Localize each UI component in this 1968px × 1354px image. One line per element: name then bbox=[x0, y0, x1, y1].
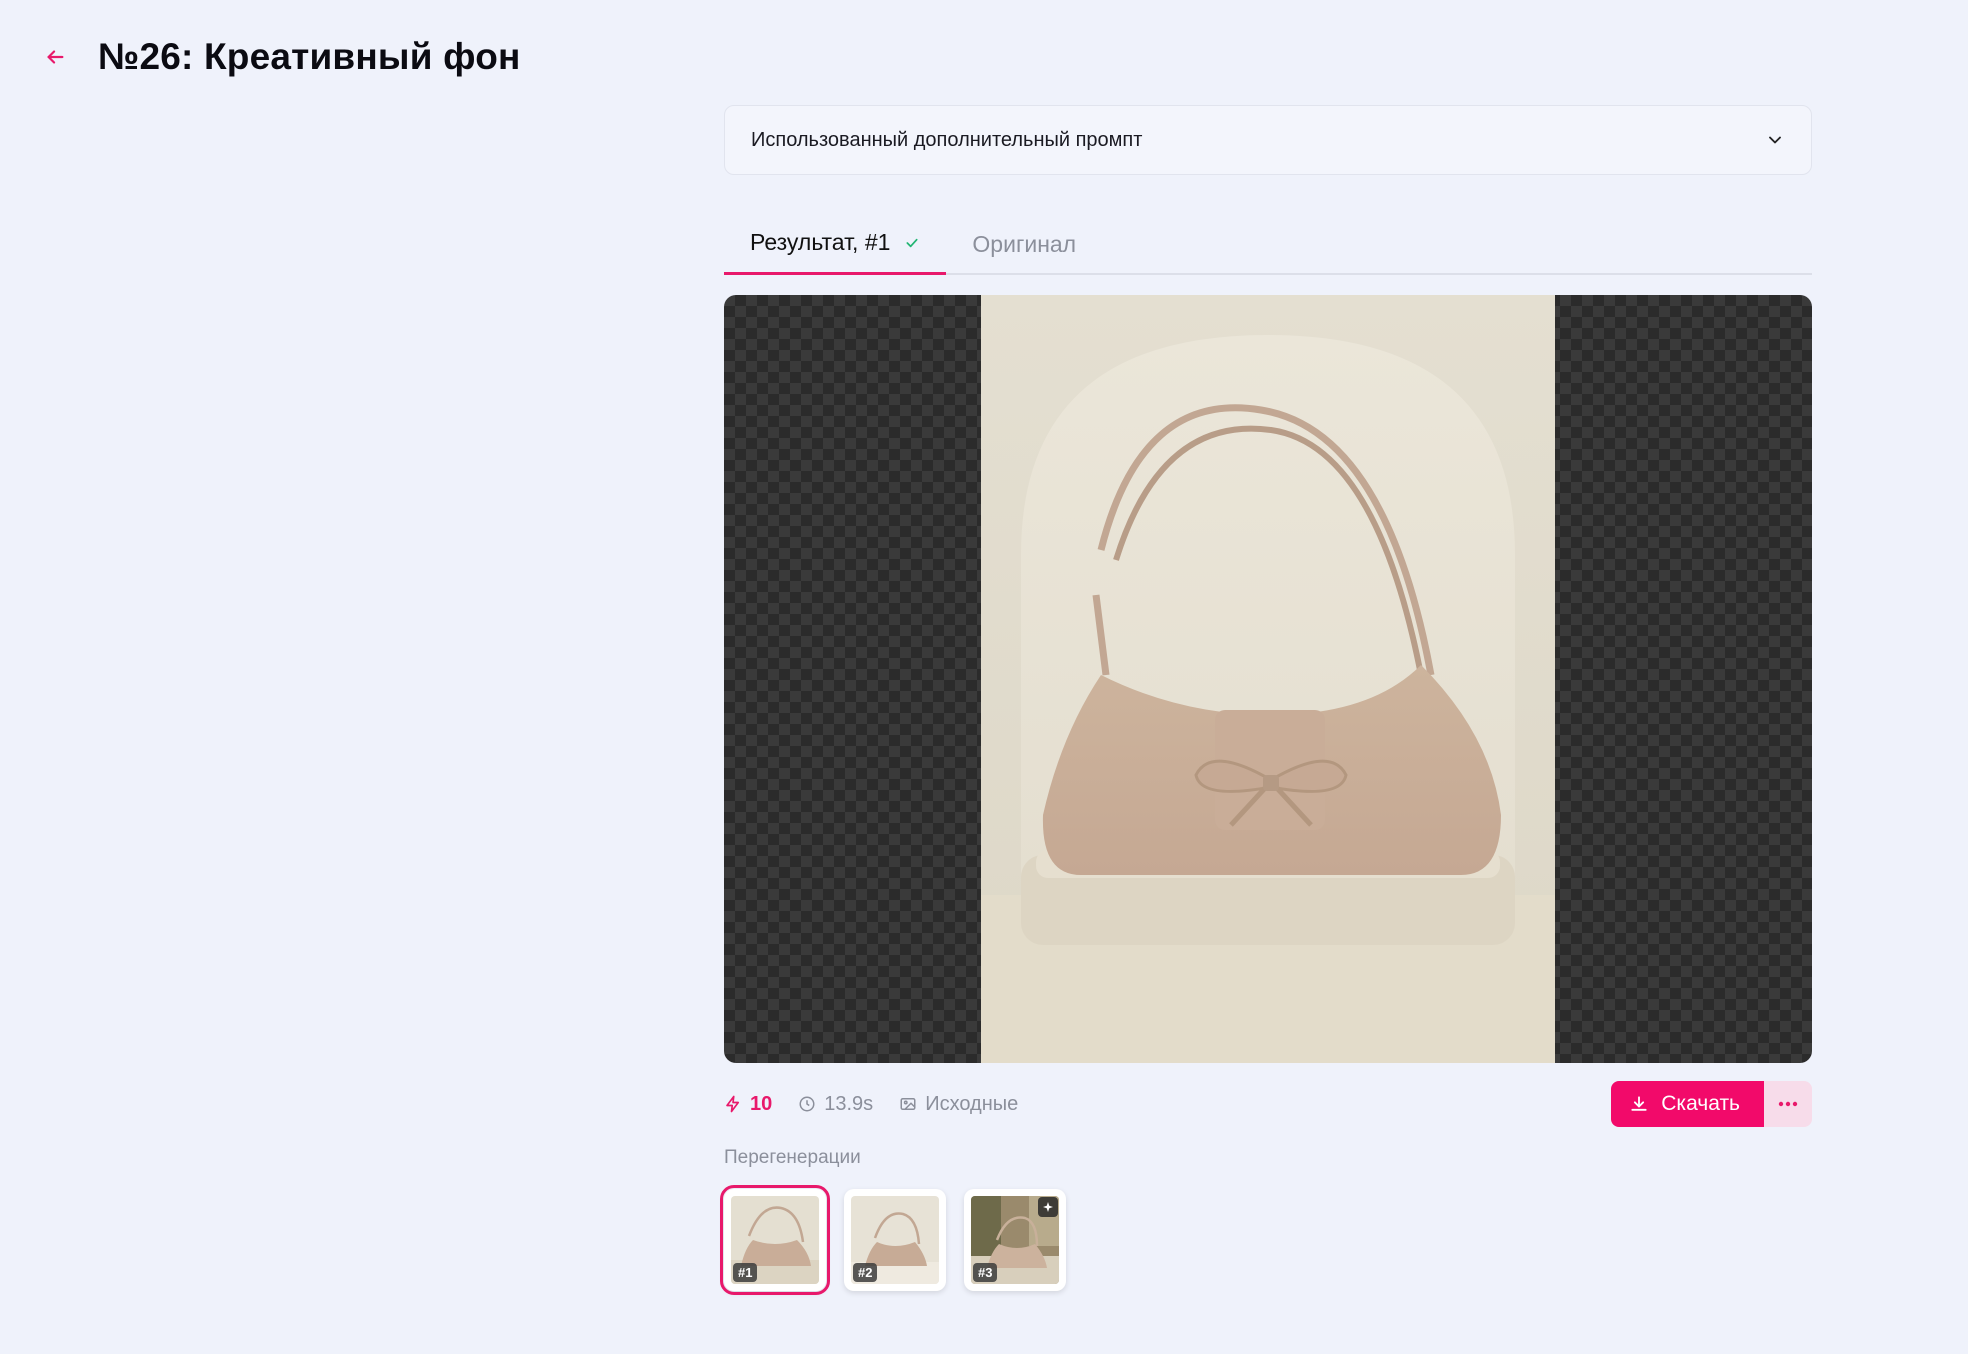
prompt-accordion-label: Использованный дополнительный промпт bbox=[751, 128, 1143, 151]
more-options-button[interactable] bbox=[1764, 1081, 1812, 1127]
page-title: №26: Креативный фон bbox=[98, 36, 521, 77]
source-images-label: Исходные bbox=[925, 1092, 1019, 1115]
thumb-badge: #2 bbox=[853, 1263, 878, 1282]
page-header: №26: Креативный фон bbox=[40, 36, 521, 78]
check-icon bbox=[906, 238, 918, 247]
regeneration-thumb-3[interactable]: #3 bbox=[964, 1189, 1066, 1291]
download-button[interactable]: Скачать bbox=[1611, 1081, 1764, 1127]
result-image bbox=[981, 295, 1555, 1063]
thumb-badge: #1 bbox=[733, 1263, 758, 1282]
thumb-badge: #3 bbox=[973, 1263, 998, 1282]
generation-time: 13.9s bbox=[798, 1093, 873, 1116]
download-icon bbox=[1631, 1096, 1647, 1111]
regenerations-label: Перегенерации bbox=[724, 1147, 861, 1168]
result-meta: 10 13.9s Исходные bbox=[724, 1093, 1018, 1116]
regeneration-thumb-1[interactable]: #1 bbox=[720, 1185, 830, 1295]
back-button[interactable] bbox=[40, 42, 70, 72]
tab-result[interactable]: Результат, #1 bbox=[724, 213, 947, 275]
image-icon bbox=[900, 1098, 916, 1110]
prompt-accordion[interactable]: Использованный дополнительный промпт bbox=[724, 105, 1812, 175]
tab-result-label: Результат, #1 bbox=[750, 229, 891, 255]
source-images-link[interactable]: Исходные bbox=[899, 1093, 1018, 1116]
generation-time-value: 13.9s bbox=[824, 1092, 874, 1115]
main-content: Использованный дополнительный промпт Рез… bbox=[720, 105, 1812, 1295]
arrow-left-icon bbox=[47, 50, 64, 64]
result-meta-row: 10 13.9s Исходные Скачать bbox=[724, 1081, 1812, 1127]
regenerations-list: #1 #2 #3 bbox=[720, 1185, 1812, 1295]
sparkle-icon bbox=[1038, 1197, 1058, 1217]
more-horizontal-icon bbox=[1778, 1101, 1798, 1107]
tab-original-label: Оригинал bbox=[972, 230, 1077, 257]
result-actions: Скачать bbox=[1611, 1081, 1812, 1127]
image-viewer bbox=[724, 295, 1812, 1063]
regeneration-thumb-2[interactable]: #2 bbox=[844, 1189, 946, 1291]
lightning-icon bbox=[726, 1095, 740, 1113]
download-label: Скачать bbox=[1661, 1092, 1740, 1115]
credits-value: 10 bbox=[750, 1092, 773, 1115]
tab-original[interactable]: Оригинал bbox=[946, 213, 1102, 275]
clock-icon bbox=[799, 1096, 815, 1112]
credits-used: 10 bbox=[724, 1093, 772, 1116]
chevron-down-icon bbox=[1769, 136, 1781, 144]
result-tabs: Результат, #1 Оригинал bbox=[724, 213, 1812, 275]
